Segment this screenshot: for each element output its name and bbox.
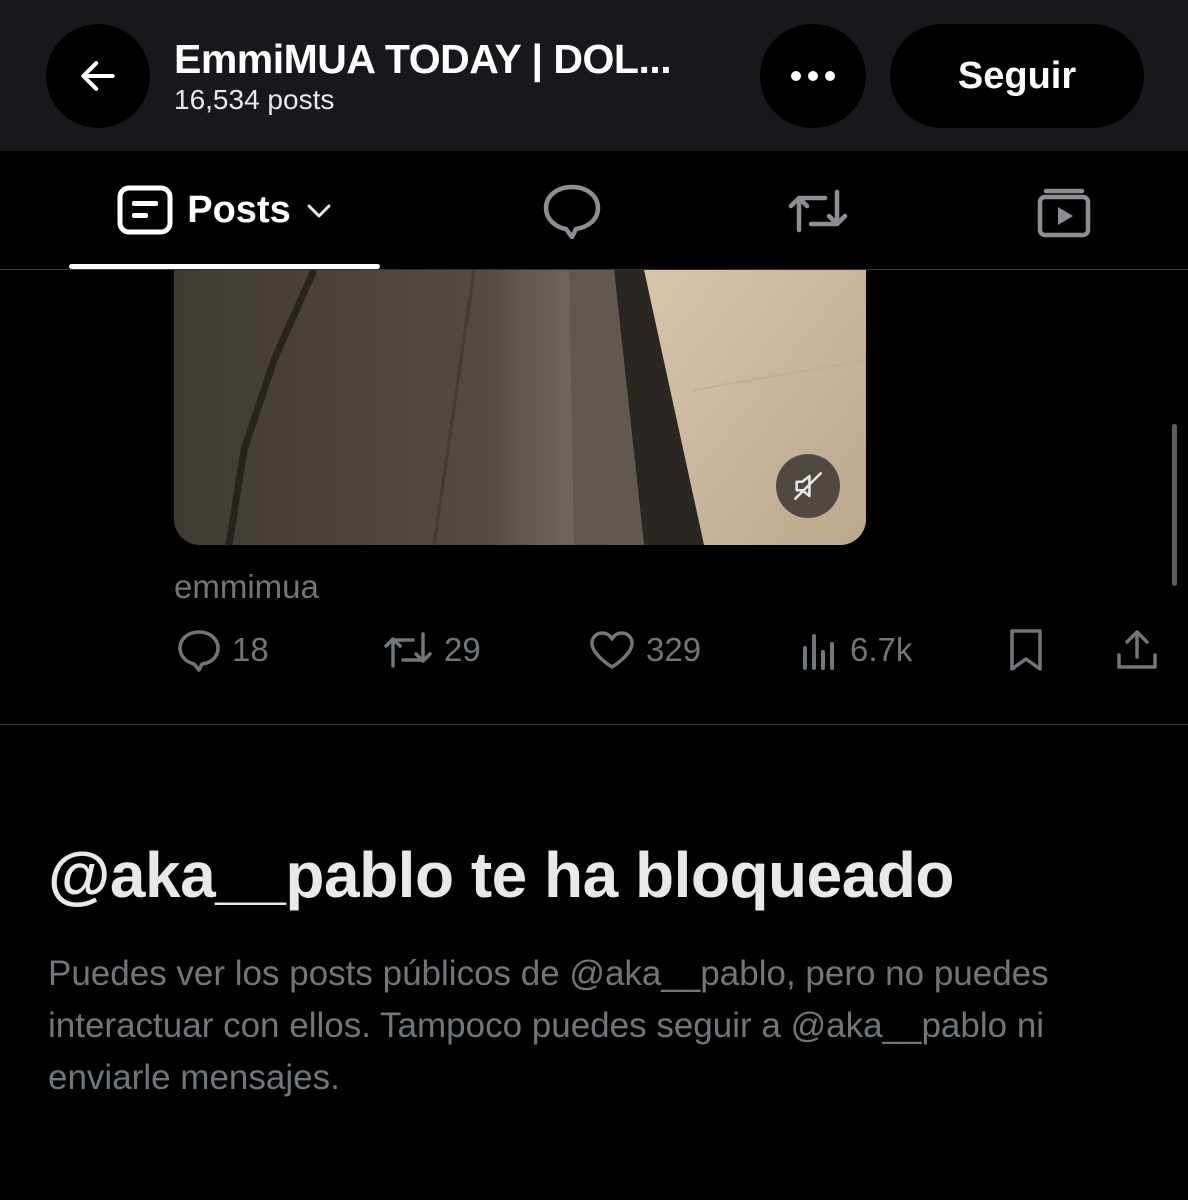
reply-count: 18 bbox=[232, 631, 269, 668]
bookmark-button[interactable] bbox=[1006, 622, 1046, 678]
more-options-button[interactable] bbox=[760, 24, 866, 128]
speech-bubble-icon bbox=[543, 184, 601, 239]
mute-toggle-button[interactable] bbox=[776, 454, 840, 518]
profile-name: EmmiMUA TODAY | DOL... bbox=[174, 36, 672, 82]
like-count: 329 bbox=[646, 631, 702, 668]
scrollbar[interactable] bbox=[1172, 424, 1177, 586]
repost-icon bbox=[384, 632, 432, 668]
speaker-muted-icon bbox=[793, 471, 823, 501]
tab-posts-label: Posts bbox=[187, 188, 291, 231]
post-video[interactable] bbox=[174, 270, 866, 545]
share-icon bbox=[1117, 630, 1157, 669]
profile-tabs: Posts bbox=[0, 151, 1188, 270]
like-button[interactable]: 329 bbox=[588, 622, 701, 678]
back-button[interactable] bbox=[46, 24, 150, 128]
views-chart-icon bbox=[803, 634, 834, 670]
blocked-notice-description: Puedes ver los posts públicos de @aka__p… bbox=[48, 954, 1049, 1097]
repost-icon bbox=[788, 189, 848, 233]
views-button[interactable]: 6.7k bbox=[800, 622, 912, 678]
post-count: 16,534 posts bbox=[174, 84, 335, 115]
tab-reposts[interactable] bbox=[766, 171, 870, 251]
tab-replies[interactable] bbox=[520, 171, 624, 251]
video-stack-icon bbox=[1037, 188, 1091, 238]
post-actions: 18 29 329 6.7k bbox=[0, 622, 1188, 678]
section-divider bbox=[0, 724, 1188, 725]
reply-button[interactable]: 18 bbox=[176, 622, 269, 678]
heart-icon bbox=[590, 631, 634, 669]
follow-button[interactable]: Seguir bbox=[890, 24, 1144, 128]
profile-header: EmmiMUA TODAY | DOL... 16,534 posts Segu… bbox=[0, 0, 1188, 151]
repost-button[interactable]: 29 bbox=[382, 622, 481, 678]
blocked-notice-title: @aka__pablo te ha bloqueado bbox=[48, 839, 955, 911]
tab-media[interactable] bbox=[1012, 171, 1116, 251]
more-dots-icon bbox=[791, 71, 835, 81]
active-tab-indicator bbox=[69, 264, 380, 269]
share-button[interactable] bbox=[1114, 622, 1160, 678]
view-count: 6.7k bbox=[850, 631, 913, 668]
reply-icon bbox=[178, 630, 220, 672]
repost-count: 29 bbox=[444, 631, 481, 668]
post-list-icon bbox=[117, 185, 173, 235]
chevron-down-icon bbox=[307, 204, 331, 218]
bookmark-icon bbox=[1010, 629, 1042, 671]
arrow-left-icon bbox=[81, 61, 115, 91]
post-author-handle[interactable]: emmimua bbox=[174, 568, 319, 606]
video-frame bbox=[174, 270, 866, 545]
tab-posts[interactable]: Posts bbox=[70, 151, 380, 269]
